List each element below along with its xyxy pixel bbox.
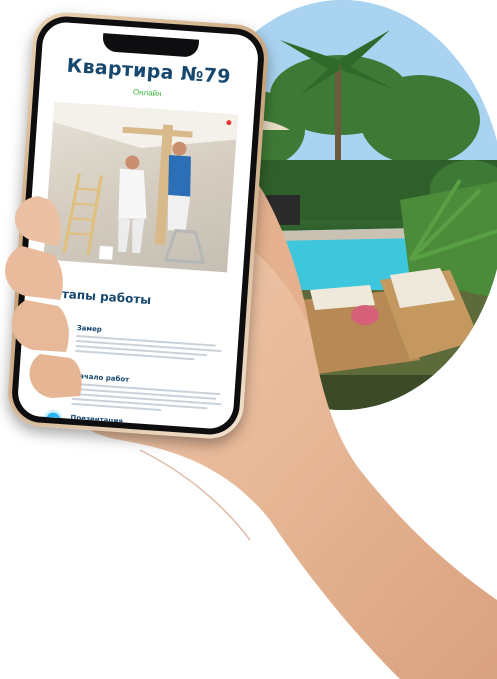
fingers-overlay bbox=[5, 196, 82, 398]
stage-description bbox=[75, 334, 226, 365]
stage-description bbox=[71, 382, 222, 418]
